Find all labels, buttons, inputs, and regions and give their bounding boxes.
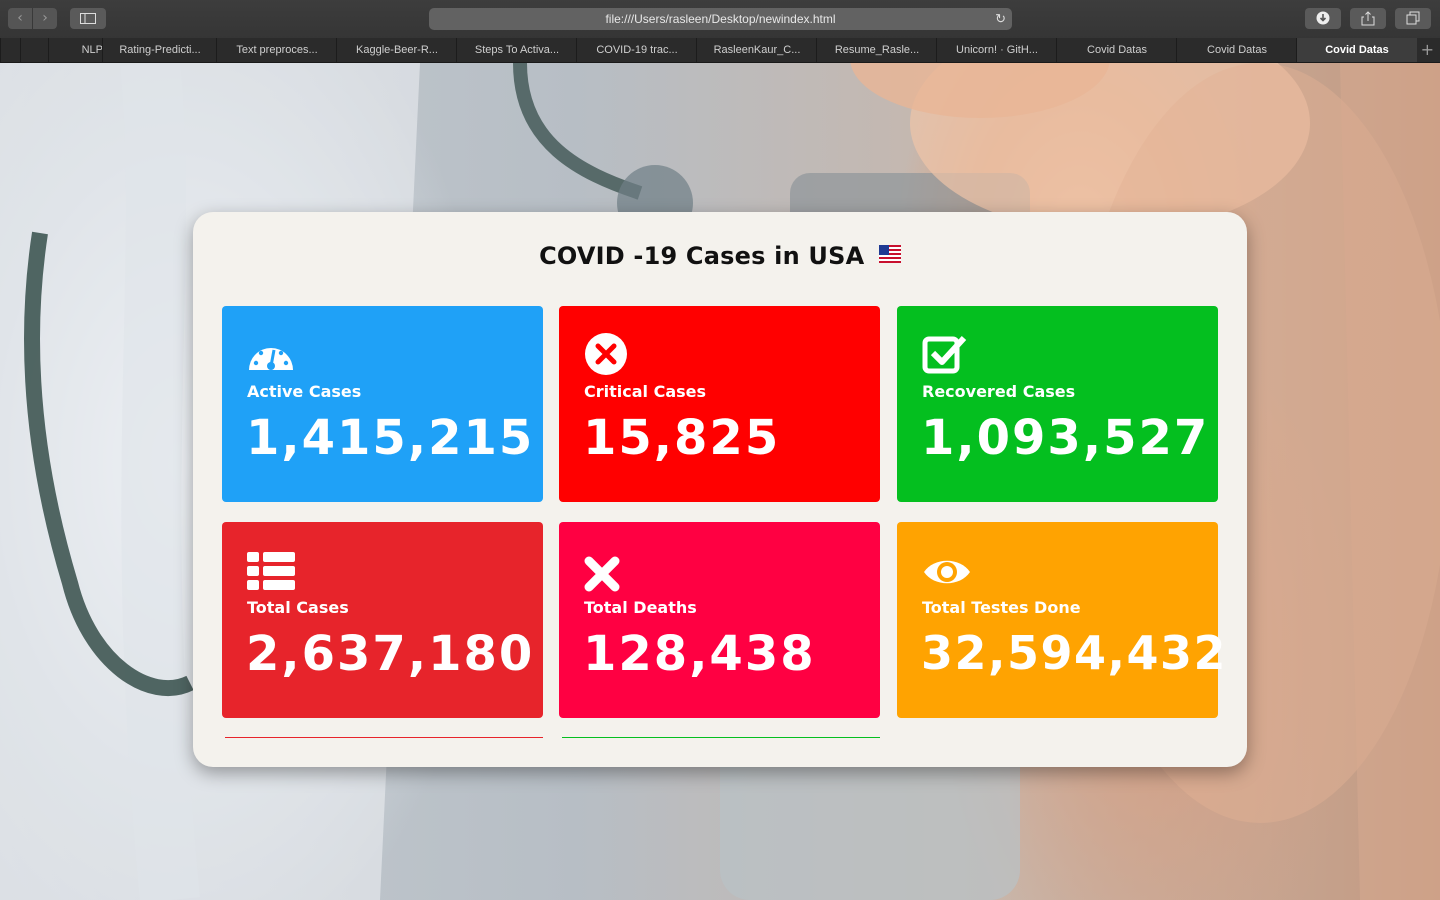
x-circle-icon xyxy=(585,333,627,375)
eye-icon xyxy=(924,560,970,584)
tabs-icon xyxy=(1406,11,1420,25)
page-background: COVID -19 Cases in USA Active Cases 1,41… xyxy=(0,63,1440,900)
stat-label: Active Cases xyxy=(247,382,362,401)
gauge-icon xyxy=(249,348,293,370)
tab[interactable]: Covid Datas xyxy=(1176,38,1297,62)
reload-icon[interactable]: ↻ xyxy=(995,8,1006,30)
stat-tile-total-cases: Total Cases 2,637,180 xyxy=(222,522,543,718)
usa-flag-icon xyxy=(878,245,901,263)
sidebar-toggle-button[interactable] xyxy=(70,8,106,29)
stat-label: Critical Cases xyxy=(584,382,707,401)
tab-label: Rating-Predicti... xyxy=(119,44,201,56)
sidebar-icon xyxy=(80,13,96,24)
stat-value: 128,438 xyxy=(583,626,816,682)
tab[interactable]: Resume_Rasle... xyxy=(816,38,937,62)
share-button[interactable] xyxy=(1350,8,1386,29)
tab-label: Steps To Activa... xyxy=(474,44,560,56)
download-icon xyxy=(1316,11,1330,25)
x-icon xyxy=(584,556,620,592)
tab[interactable]: Rating-Predicti... xyxy=(102,38,217,62)
tab-label: Text preproces... xyxy=(236,44,318,56)
page-title-text: COVID -19 Cases in USA xyxy=(539,242,865,270)
tab-active[interactable]: Covid Datas xyxy=(1296,38,1417,62)
stat-tile-total-deaths: Total Deaths 128,438 xyxy=(559,522,880,718)
stat-label: Recovered Cases xyxy=(922,382,1076,401)
list-icon xyxy=(247,552,295,590)
stat-tile-recovered-cases: Recovered Cases 1,093,527 xyxy=(897,306,1218,502)
tab[interactable]: NLP xyxy=(48,38,103,62)
stat-tile-total-tests: Total Testes Done 32,594,432 xyxy=(897,522,1226,718)
tab-label: RasleenKaur_C... xyxy=(713,44,801,56)
address-bar[interactable]: file:///Users/rasleen/Desktop/newindex.h… xyxy=(429,8,1012,30)
tab[interactable]: Steps To Activa... xyxy=(456,38,577,62)
tab[interactable]: COVID-19 trac... xyxy=(576,38,697,62)
stat-value: 32,594,432 xyxy=(921,626,1228,680)
tab-label: Covid Datas xyxy=(1087,44,1147,56)
browser-toolbar: ‹ › file:///Users/rasleen/Desktop/newind… xyxy=(0,0,1440,39)
stat-label: Total Cases xyxy=(247,598,349,617)
downloads-button[interactable] xyxy=(1305,8,1341,29)
stat-tile-critical-cases: Critical Cases 15,825 xyxy=(559,306,880,502)
tab-bar: NLP Rating-Predicti... Text preproces...… xyxy=(0,38,1440,63)
address-url: file:///Users/rasleen/Desktop/newindex.h… xyxy=(605,12,836,26)
stat-value: 1,093,527 xyxy=(921,410,1210,466)
tab-label: Covid Datas xyxy=(1325,44,1389,56)
tab-label: Resume_Rasle... xyxy=(834,44,920,56)
tabs-overview-button[interactable] xyxy=(1395,8,1431,29)
tab[interactable]: Covid Datas xyxy=(1056,38,1177,62)
tab[interactable] xyxy=(20,38,49,62)
stat-value: 2,637,180 xyxy=(246,626,535,682)
stat-label: Total Testes Done xyxy=(922,598,1081,617)
page-title: COVID -19 Cases in USA xyxy=(193,242,1247,270)
stat-tile-partial xyxy=(562,737,880,742)
share-icon xyxy=(1361,11,1375,26)
check-square-icon xyxy=(922,335,967,374)
new-tab-icon[interactable]: + xyxy=(1421,38,1434,62)
tab-label: COVID-19 trac... xyxy=(596,44,678,56)
stat-tile-partial xyxy=(225,737,543,742)
tab-label: Kaggle-Beer-R... xyxy=(356,44,438,56)
stat-label: Total Deaths xyxy=(584,598,697,617)
tab[interactable]: Kaggle-Beer-R... xyxy=(336,38,457,62)
stat-tile-active-cases: Active Cases 1,415,215 xyxy=(222,306,543,502)
back-button[interactable]: ‹ xyxy=(8,8,32,29)
tab[interactable]: Unicorn! · GitH... xyxy=(936,38,1057,62)
dashboard-card: COVID -19 Cases in USA Active Cases 1,41… xyxy=(193,212,1247,767)
tab[interactable]: Text preproces... xyxy=(216,38,337,62)
stat-value: 15,825 xyxy=(583,410,781,466)
forward-button[interactable]: › xyxy=(33,8,57,29)
tab[interactable]: RasleenKaur_C... xyxy=(696,38,817,62)
tab-label: Covid Datas xyxy=(1207,44,1267,56)
tab-label: NLP xyxy=(81,44,103,56)
tab[interactable] xyxy=(0,38,21,62)
stat-value: 1,415,215 xyxy=(246,410,535,466)
tab-label: Unicorn! · GitH... xyxy=(956,44,1038,56)
